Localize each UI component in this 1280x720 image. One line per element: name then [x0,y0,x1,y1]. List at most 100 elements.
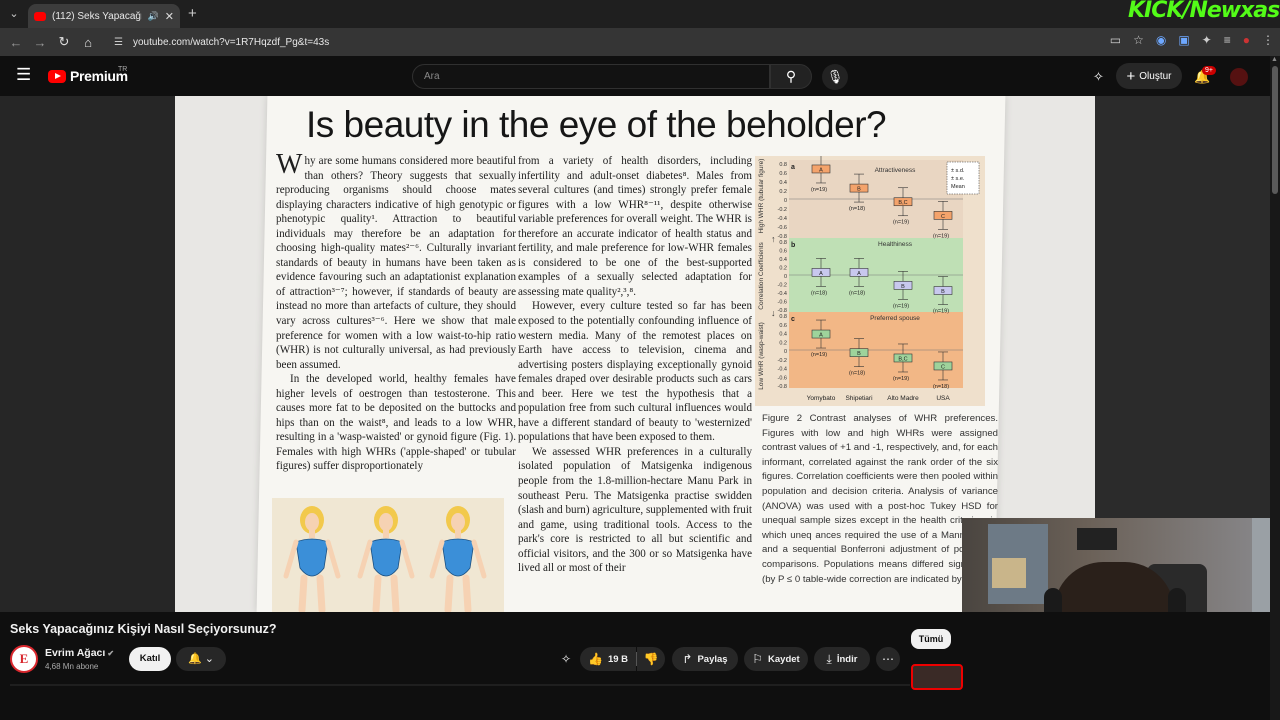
figure-1-illustration [272,498,504,612]
extension-audio-icon[interactable]: ◉ [1156,33,1166,47]
youtube-logo[interactable]: Premium [48,68,128,84]
scrollbar-thumb[interactable] [1272,66,1278,194]
profile-icon[interactable]: ● [1243,33,1250,47]
down-arrow: ↓ [771,308,776,318]
close-tab-icon[interactable]: ✕ [165,10,174,23]
download-label: İndir [836,653,858,665]
channel-name-link[interactable]: Evrim Ağacı ✔ [45,647,114,659]
headphone-right [1168,588,1186,612]
kick-overlay-logo: KICK/Newxas [1128,0,1280,23]
search-input[interactable] [412,64,770,89]
ai-sparkle-icon[interactable]: ✧ [1093,69,1104,85]
panel-letter: b [791,242,795,249]
like-button[interactable]: 👍 19 B [580,647,636,671]
paper-paragraph: from a variety of health disorders, incl… [518,155,752,298]
x-category-label: Shipetiari [845,395,872,402]
more-actions-icon[interactable]: ⋯ [876,647,900,671]
panel-letter: c [791,316,795,323]
tab-search-chevron-icon[interactable]: ⌄ [6,6,22,22]
url-text[interactable]: youtube.com/watch?v=1R7Hqzdf_Pg&t=43s [133,37,329,48]
channel-avatar[interactable]: E [10,645,38,673]
y-axis-top-label: High WHR (tubular figure) [758,159,765,234]
filter-chip-all[interactable]: Tümü [911,629,951,649]
sample-size-label: (n=19) [811,187,827,193]
y-tick-label: -0.4 [778,216,787,222]
paper-paragraph: We assessed WHR preferences in a cultura… [518,445,752,575]
figure-leg [462,574,472,612]
sample-size-label: (n=18) [849,290,865,296]
browser-tab[interactable]: (112) Seks Yapacağınız Kişiyi Nasıl Seçi… [28,4,180,28]
figure-face [305,513,319,531]
bookmark-star-icon[interactable]: ☆ [1133,33,1144,47]
channel-name[interactable]: Evrim Ağacı [45,647,105,659]
paper-title: Is beauty in the eye of the beholder? [306,104,887,145]
browser-menu-icon[interactable]: ⋮ [1262,33,1274,47]
create-button[interactable]: + Oluştur [1116,63,1182,89]
translate-icon[interactable]: ▣ [1178,33,1189,47]
account-avatar[interactable] [1230,68,1248,86]
figure-neck [383,530,389,538]
box-group-label: A [819,271,823,277]
thumbs-down-icon: 👎 [643,652,659,666]
box-group-label: A [819,333,823,339]
save-button[interactable]: ⚐ Kaydet [744,647,808,671]
forward-icon[interactable]: → [28,35,52,50]
box-group-label: C [941,214,945,220]
figure-2-chart: a Attractiveness 0.8 0.6 0.4 0.2 0 -0.2 -0.4 -0.6… [755,156,985,406]
video-player[interactable]: Is beauty in the eye of the beholder? Wh… [0,96,1270,612]
box-group-label: B,C [898,200,907,206]
y-tick-label: 0 [784,274,787,280]
y-tick-label: 0.4 [779,257,787,263]
media-queue-icon[interactable]: ≡ [1224,33,1231,47]
figure-leg [372,574,382,612]
recommended-thumbnail[interactable] [911,664,963,690]
paper-paragraph: hy are some humans considered more beaut… [276,155,516,371]
window-blinds [1252,518,1270,612]
menu-icon[interactable]: ☰ [16,66,32,83]
box-group-label: A [819,167,823,173]
extensions-puzzle-icon[interactable]: ✦ [1202,33,1212,47]
sample-size-label: (n=18) [933,384,949,390]
cast-icon[interactable]: ▭ [1110,33,1121,47]
youtube-favicon-icon [34,11,46,21]
y-axis-mid-label: Correlation Coefficients [758,242,765,310]
join-button[interactable]: Katıl [129,647,171,671]
browser-tab-bar: ⌄ (112) Seks Yapacağınız Kişiyi Nasıl Se… [0,0,1280,28]
y-tick-label: 0.4 [779,180,787,186]
dislike-button[interactable]: 👎 [637,647,665,671]
box-group-label: B [857,351,861,357]
new-tab-icon[interactable]: + [188,5,197,22]
ai-ask-icon[interactable]: ✧ [556,647,576,671]
poster-note [992,558,1026,588]
sample-size-label: (n=18) [811,290,827,296]
subscriber-count: 4,68 Mn abone [45,662,99,671]
y-tick-label: -0.2 [778,283,787,289]
share-button[interactable]: ↱ Paylaş [672,647,738,671]
share-icon: ↱ [682,652,693,666]
y-tick-label: -0.4 [778,367,787,373]
box-group-label: C [941,364,945,370]
home-icon[interactable]: ⌂ [76,35,100,50]
search-icon[interactable]: ⚲ [770,64,812,89]
y-tick-label: 0.8 [779,162,787,168]
back-icon[interactable]: ← [4,35,28,50]
speaker-icon[interactable]: 🔊 [148,11,159,22]
panel-title: Preferred spouse [870,315,920,322]
figure-leg [316,574,326,612]
bell-icon: 🔔 [188,653,202,665]
site-info-icon[interactable]: ☰ [114,37,123,48]
figure-arm [357,539,373,579]
url-field[interactable]: ☰ youtube.com/watch?v=1R7Hqzdf_Pg&t=43s [104,31,1124,53]
figure-swimsuit [441,538,475,577]
download-button[interactable]: ⤓ İndir [814,647,870,671]
panel-title: Healthiness [878,241,913,248]
page-scrollbar[interactable]: ▲ [1270,56,1280,720]
scroll-up-icon[interactable]: ▲ [1271,56,1278,63]
reload-icon[interactable]: ↻ [52,34,76,50]
microphone-icon[interactable]: 🎙 [822,64,848,90]
subscription-bell-button[interactable]: 🔔 ⌄ [176,647,226,671]
y-tick-label: -0.6 [778,300,787,306]
figure-swimsuit [369,538,403,577]
wall-frame [1077,528,1117,550]
up-arrow: ↑ [771,234,776,244]
